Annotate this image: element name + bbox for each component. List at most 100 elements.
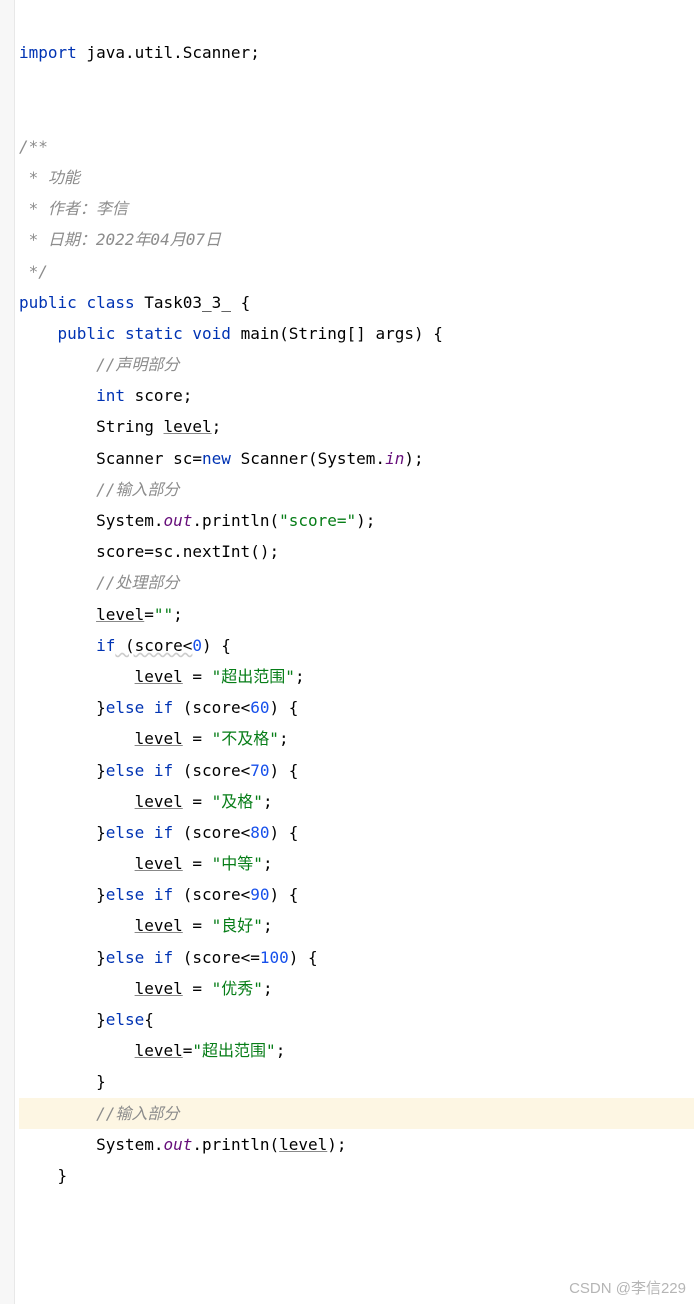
keyword-public: public xyxy=(58,324,116,343)
keyword-else: else xyxy=(106,885,145,904)
println: .println( xyxy=(192,511,279,530)
brace-close: } xyxy=(96,1072,106,1091)
number-80: 80 xyxy=(250,823,269,842)
import-path: java.util.Scanner; xyxy=(77,43,260,62)
keyword-if: if xyxy=(154,885,173,904)
brace-close: } xyxy=(96,948,106,967)
keyword-void: void xyxy=(192,324,231,343)
semicolon: ; xyxy=(295,667,305,686)
assign: = xyxy=(183,854,212,873)
brace-close: } xyxy=(96,698,106,717)
system: System. xyxy=(96,1135,163,1154)
keyword-if: if xyxy=(154,698,173,717)
string-literal: "超出范围" xyxy=(192,1041,275,1060)
keyword-else: else xyxy=(106,698,145,717)
semicolon: ; xyxy=(279,729,289,748)
if-tail: ) { xyxy=(289,948,318,967)
println: .println( xyxy=(192,1135,279,1154)
semicolon: ; xyxy=(173,605,183,624)
number-0: 0 xyxy=(192,636,202,655)
var-level: level xyxy=(279,1135,327,1154)
comment: //输入部分 xyxy=(96,480,179,499)
javadoc-open: /** xyxy=(19,137,48,156)
code-block: import java.util.Scanner; /** * 功能 * 作者：… xyxy=(17,0,694,1191)
var-level: level xyxy=(135,1041,183,1060)
var-level: level xyxy=(135,667,183,686)
keyword-else: else xyxy=(106,823,145,842)
semicolon: ; xyxy=(263,854,273,873)
keyword-else: else xyxy=(106,1010,145,1029)
semicolon: ; xyxy=(212,417,222,436)
cond: (score< xyxy=(173,823,250,842)
string-literal: "中等" xyxy=(212,854,263,873)
comment: //输入部分 xyxy=(96,1104,179,1123)
method-name: main xyxy=(241,324,280,343)
cond: (score< xyxy=(173,885,250,904)
var-decl: score; xyxy=(125,386,192,405)
if-tail: ) { xyxy=(269,761,298,780)
system-out: out xyxy=(164,1135,193,1154)
assign: = xyxy=(183,916,212,935)
var-level: level xyxy=(135,792,183,811)
number-70: 70 xyxy=(250,761,269,780)
var-level: level xyxy=(135,854,183,873)
javadoc-line: * 功能 xyxy=(19,168,80,187)
watermark: CSDN @李信229 xyxy=(569,1277,686,1298)
keyword-if: if xyxy=(154,761,173,780)
keyword-int: int xyxy=(96,386,125,405)
system-in: in xyxy=(385,449,404,468)
brace-close: } xyxy=(96,1010,106,1029)
system-out: out xyxy=(164,511,193,530)
var-level: level xyxy=(164,417,212,436)
class-name: Task03_3_ xyxy=(144,293,231,312)
cond: (score< xyxy=(173,761,250,780)
brace-close: } xyxy=(96,885,106,904)
if-tail: ) { xyxy=(202,636,231,655)
semicolon: ; xyxy=(276,1041,286,1060)
assign: = xyxy=(183,792,212,811)
javadoc-close: */ xyxy=(19,262,48,281)
brace-open: { xyxy=(144,1010,154,1029)
string-literal: "" xyxy=(154,605,173,624)
type-string: String xyxy=(96,417,163,436)
number-60: 60 xyxy=(250,698,269,717)
paren-end: ); xyxy=(356,511,375,530)
string-literal: "超出范围" xyxy=(212,667,295,686)
gutter xyxy=(0,0,15,1304)
if-tail: ) { xyxy=(269,823,298,842)
keyword-public: public xyxy=(19,293,77,312)
keyword-class: class xyxy=(86,293,134,312)
scanner-call: Scanner(System. xyxy=(231,449,385,468)
method-params: (String[] args) { xyxy=(279,324,443,343)
var-level: level xyxy=(135,979,183,998)
assign: = xyxy=(183,979,212,998)
semicolon: ; xyxy=(263,916,273,935)
keyword-if: if xyxy=(154,948,173,967)
keyword-else: else xyxy=(106,761,145,780)
brace-close: } xyxy=(58,1166,68,1185)
if-cond: (score< xyxy=(115,636,192,655)
string-literal: "良好" xyxy=(212,916,263,935)
assign: = xyxy=(183,1041,193,1060)
assign: = xyxy=(144,605,154,624)
cond: (score< xyxy=(173,698,250,717)
scanner-decl: Scanner sc= xyxy=(96,449,202,468)
brace: { xyxy=(241,293,251,312)
keyword-else: else xyxy=(106,948,145,967)
semicolon: ; xyxy=(263,979,273,998)
number-100: 100 xyxy=(260,948,289,967)
paren-end: ); xyxy=(327,1135,346,1154)
string-literal: "score=" xyxy=(279,511,356,530)
var-level: level xyxy=(135,729,183,748)
keyword-if: if xyxy=(154,823,173,842)
comment: //声明部分 xyxy=(96,355,179,374)
system: System. xyxy=(96,511,163,530)
string-literal: "及格" xyxy=(212,792,263,811)
javadoc-line: * 日期：2022年04月07日 xyxy=(19,230,221,249)
keyword-static: static xyxy=(125,324,183,343)
keyword-import: import xyxy=(19,43,77,62)
assign: = xyxy=(183,729,212,748)
cond: (score<= xyxy=(173,948,260,967)
code-editor: import java.util.Scanner; /** * 功能 * 作者：… xyxy=(0,0,694,1304)
brace-close: } xyxy=(96,823,106,842)
